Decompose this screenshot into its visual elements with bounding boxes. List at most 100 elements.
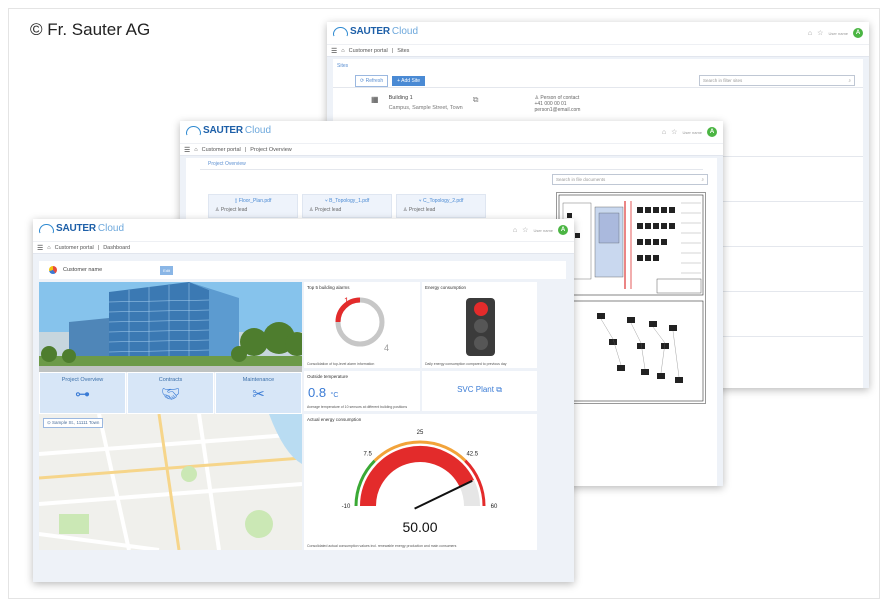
breadcrumb-sites[interactable]: Sites bbox=[397, 48, 409, 54]
section-title: Project Overview bbox=[208, 161, 246, 167]
tile-contracts[interactable]: Contracts 🤝︎ bbox=[127, 372, 214, 414]
floorplan-icon: ⧉ bbox=[472, 95, 479, 104]
home-icon[interactable]: ⌂ bbox=[194, 147, 197, 153]
copyright-notice: © Fr. Sauter AG bbox=[30, 20, 151, 39]
topology-icon: ⑂ bbox=[418, 198, 422, 204]
building-photo bbox=[39, 282, 302, 372]
breadcrumb: ☰ ⌂ Customer portal | Sites bbox=[327, 44, 869, 57]
section-title: Sites bbox=[337, 63, 349, 69]
sauter-cloud-logo[interactable]: SAUTER Cloud bbox=[186, 125, 271, 136]
energy-card[interactable]: Energy consumption Daily energy consumpt… bbox=[422, 282, 537, 368]
alarm-total-count: 4 bbox=[384, 343, 389, 353]
amber-light bbox=[473, 319, 488, 333]
gauge-tick-label: 60 bbox=[491, 504, 498, 510]
temperature-unit: °C bbox=[330, 392, 339, 399]
menu-icon[interactable]: ☰ bbox=[184, 146, 190, 154]
floor-plan-preview[interactable] bbox=[556, 192, 706, 404]
user-name[interactable]: User name bbox=[828, 31, 848, 36]
temperature-value: 0.8 bbox=[308, 385, 327, 400]
temperature-card[interactable]: Outside temperature 0.8 °C Average tempe… bbox=[304, 371, 420, 411]
energy-gauge: -10 7.5 25 42.5 60 50.00 bbox=[342, 430, 498, 535]
cloud-icon bbox=[186, 125, 201, 136]
star-icon[interactable]: ☆ bbox=[671, 128, 677, 136]
app-header: SAUTER Cloud ⌂ ☆ User name A bbox=[33, 219, 574, 241]
breadcrumb: ☰ ⌂ Customer portal | Project Overview bbox=[180, 143, 723, 156]
user-name[interactable]: User name bbox=[533, 228, 553, 233]
pdf-icon: ▯ bbox=[234, 198, 238, 204]
building-name: Building 1 bbox=[388, 95, 413, 101]
site-search-input[interactable]: Search in filter sites ⌕ bbox=[699, 75, 855, 86]
gauge-value-arc bbox=[360, 446, 475, 507]
home-icon[interactable]: ⌂ bbox=[513, 227, 517, 234]
gauge-tick-label: 7.5 bbox=[364, 452, 373, 458]
app-header: SAUTER Cloud ⌂ ☆ User name A bbox=[327, 22, 869, 44]
alarms-ring-chart: 1 4 bbox=[335, 296, 389, 353]
edit-button[interactable]: Edit bbox=[160, 265, 174, 275]
star-icon[interactable]: ☆ bbox=[817, 29, 823, 37]
document-search-input[interactable]: Search in file documents ⌕ bbox=[552, 174, 708, 185]
user-name[interactable]: User name bbox=[682, 130, 702, 135]
breadcrumb-customer-portal[interactable]: Customer portal bbox=[55, 245, 94, 251]
star-icon[interactable]: ☆ bbox=[522, 226, 528, 234]
card-footer: Consolidated actual consumption values i… bbox=[307, 544, 457, 548]
gauge-tick-label: 42.5 bbox=[466, 452, 478, 458]
tile-maintenance[interactable]: Maintenance ✂ bbox=[215, 372, 302, 414]
customer-logo-icon bbox=[49, 266, 57, 274]
breadcrumb-dashboard[interactable]: Dashboard bbox=[103, 245, 130, 251]
green-light bbox=[473, 336, 488, 350]
location-map[interactable]: ⊙ Sample St., 11111 Town bbox=[39, 414, 302, 550]
card-footer: Consolidation of top-level alarm informa… bbox=[307, 362, 375, 366]
avatar[interactable]: A bbox=[853, 28, 863, 38]
menu-icon[interactable]: ☰ bbox=[331, 47, 337, 55]
address-chip[interactable]: ⊙ Sample St., 11111 Town bbox=[43, 418, 104, 428]
document-card[interactable]: ▯ Floor_Plan.pdf ♙ Project lead bbox=[208, 194, 298, 218]
svc-plant-card[interactable]: SVC Plant ⧉ bbox=[422, 371, 537, 411]
home-icon[interactable]: ⌂ bbox=[341, 48, 344, 54]
menu-icon[interactable]: ☰ bbox=[37, 244, 43, 252]
home-icon[interactable]: ⌂ bbox=[808, 30, 812, 37]
gauge-remaining-arc bbox=[459, 479, 480, 507]
traffic-light bbox=[466, 298, 495, 356]
home-icon[interactable]: ⌂ bbox=[47, 245, 50, 251]
customer-bar: Customer name Edit bbox=[39, 261, 566, 279]
svc-plant-label: SVC Plant bbox=[457, 385, 494, 394]
card-title: Outside temperature bbox=[307, 374, 349, 379]
handshake-icon: 🤝︎ bbox=[160, 386, 181, 403]
breadcrumb-project-overview[interactable]: Project Overview bbox=[250, 147, 292, 153]
card-title: Energy consumption bbox=[425, 285, 467, 290]
breadcrumb-customer-portal[interactable]: Customer portal bbox=[202, 147, 241, 153]
energy-gauge-card[interactable]: Actual energy consumption -10 7.5 25 42.5 60… bbox=[304, 414, 537, 550]
home-icon[interactable]: ⌂ bbox=[662, 129, 666, 136]
dashboard-window: SAUTER Cloud ⌂ ☆ User name A ☰ ⌂ Customer… bbox=[33, 219, 574, 582]
sauter-cloud-logo[interactable]: SAUTER Cloud bbox=[39, 223, 124, 234]
refresh-button[interactable]: ⟳ Refresh bbox=[355, 75, 389, 87]
avatar[interactable]: A bbox=[707, 127, 717, 137]
site-row[interactable]: ▦ Building 1 Campus, Sample Street, Town… bbox=[371, 95, 580, 113]
avatar[interactable]: A bbox=[558, 225, 568, 235]
topology-icon: ⑂ bbox=[324, 198, 328, 204]
document-card[interactable]: ⑂ C_Topology_2.pdf ♙ Project lead bbox=[396, 194, 486, 218]
gauge-value-label: 50.00 bbox=[402, 519, 437, 535]
tile-project-overview[interactable]: Project Overview ⊶ bbox=[39, 372, 126, 414]
gauge-tick-label: -10 bbox=[342, 504, 351, 510]
sauter-cloud-logo[interactable]: SAUTER Cloud bbox=[333, 26, 418, 37]
tools-icon: ✂ bbox=[252, 386, 265, 403]
contact-email[interactable]: person1@email.com bbox=[534, 107, 580, 113]
breadcrumb-customer-portal[interactable]: Customer portal bbox=[349, 48, 388, 54]
alarms-card[interactable]: Top 5 building alarms 1 4 Consolidation … bbox=[304, 282, 420, 368]
document-card[interactable]: ⑂ B_Topology_1.pdf ♙ Project lead bbox=[302, 194, 392, 218]
app-header: SAUTER Cloud ⌂ ☆ User name A bbox=[180, 121, 723, 143]
card-title: Top 5 building alarms bbox=[307, 285, 350, 290]
search-icon: ⌕ bbox=[701, 177, 704, 182]
cloud-icon bbox=[333, 26, 348, 37]
building-icon: ▦ bbox=[371, 95, 379, 104]
search-icon: ⌕ bbox=[848, 78, 851, 83]
red-light bbox=[473, 302, 488, 316]
gauge-tick-label: 25 bbox=[417, 430, 424, 436]
external-link-icon: ⧉ bbox=[496, 385, 502, 394]
cloud-icon bbox=[39, 223, 54, 234]
building-address: Campus, Sample Street, Town bbox=[388, 105, 463, 111]
alarm-active-count: 1 bbox=[344, 296, 349, 306]
add-site-button[interactable]: + Add Site bbox=[392, 76, 426, 86]
pin-icon: ⊙ bbox=[47, 420, 51, 425]
